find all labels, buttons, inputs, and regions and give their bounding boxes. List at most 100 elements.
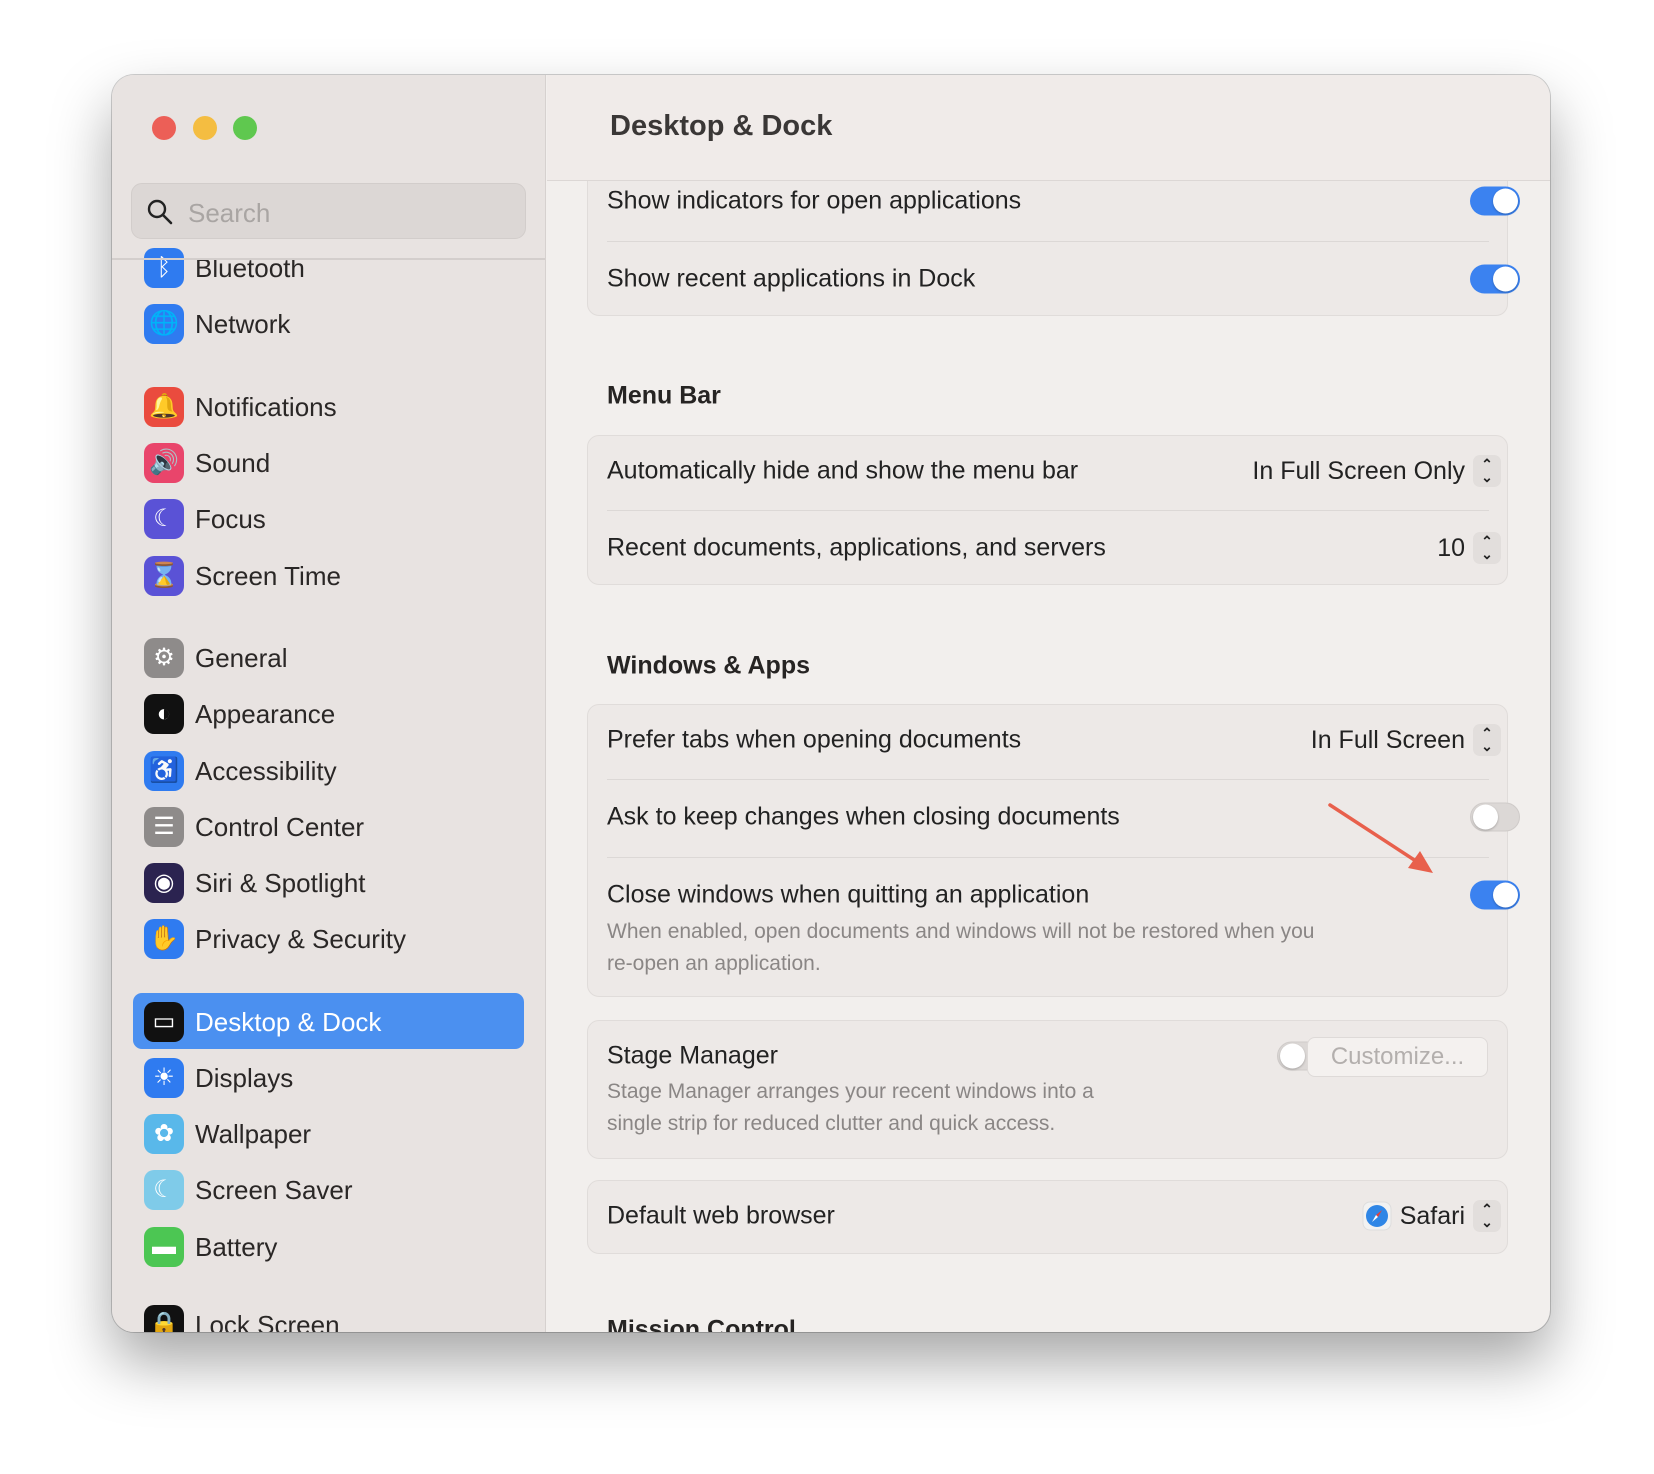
sidebar-item-label: Displays	[195, 1063, 294, 1093]
page-title: Desktop & Dock	[610, 110, 833, 142]
sidebar-item-bluetooth[interactable]: ᛒ Bluetooth	[112, 242, 545, 294]
sidebar-item-label: Control Center	[195, 812, 365, 842]
recent-items-label: Recent documents, applications, and serv…	[607, 533, 1106, 562]
sidebar-item-lock-screen[interactable]: 🔒 Lock Screen	[112, 1299, 545, 1332]
show-indicators-toggle[interactable]	[1470, 186, 1520, 216]
sidebar-item-general[interactable]: ⚙ General	[112, 632, 545, 684]
zoom-button[interactable]	[233, 116, 257, 140]
sidebar-item-label: Wallpaper	[195, 1119, 312, 1149]
prefer-tabs-label: Prefer tabs when opening documents	[607, 725, 1022, 754]
ask-keep-label: Ask to keep changes when closing documen…	[607, 802, 1120, 831]
divider	[607, 241, 1489, 242]
sidebar-item-focus[interactable]: ☾ Focus	[112, 493, 545, 545]
customize-button[interactable]: Customize...	[1307, 1037, 1488, 1077]
section-menu-bar: Menu Bar	[607, 381, 721, 410]
sidebar: Search ᛒ Bluetooth 🌐 Network 🔔 Notifications 🔊…	[112, 75, 546, 1332]
section-windows-apps: Windows & Apps	[607, 651, 811, 680]
divider	[607, 510, 1489, 511]
appearance-icon: ◐	[144, 694, 184, 734]
show-indicators-label: Show indicators for open applications	[607, 186, 1022, 215]
sidebar-item-label: Battery	[195, 1232, 278, 1262]
close-windows-toggle[interactable]	[1470, 880, 1520, 910]
sidebar-item-displays[interactable]: ☀ Displays	[112, 1052, 545, 1104]
bell-icon: 🔔	[144, 387, 184, 427]
close-windows-label: Close windows when quitting an applicati…	[607, 880, 1090, 909]
sidebar-item-screen-saver[interactable]: ☾ Screen Saver	[112, 1164, 545, 1216]
ask-keep-toggle[interactable]	[1470, 802, 1520, 832]
stage-manager-description: single strip for reduced clutter and qui…	[607, 1112, 1056, 1135]
sidebar-item-sound[interactable]: 🔊 Sound	[112, 437, 545, 489]
sidebar-item-appearance[interactable]: ◐ Appearance	[112, 688, 545, 740]
main-pane: Desktop & Dock Show indicators for open …	[547, 75, 1550, 1332]
sidebar-item-label: Network	[195, 309, 291, 339]
stage-manager-label: Stage Manager	[607, 1041, 778, 1070]
sidebar-item-label: Focus	[195, 504, 266, 534]
screensaver-icon: ☾	[144, 1170, 184, 1210]
globe-icon: 🌐	[144, 304, 184, 344]
default-browser-value: Safari	[1399, 1201, 1465, 1230]
lock-icon: 🔒	[144, 1305, 184, 1332]
gear-icon: ⚙	[144, 638, 184, 678]
sidebar-item-label: Appearance	[195, 699, 336, 729]
sidebar-item-label: Accessibility	[195, 756, 337, 786]
search-placeholder: Search	[188, 198, 271, 228]
hourglass-icon: ⌛	[144, 556, 184, 596]
battery-icon: ▬	[144, 1227, 184, 1267]
stage-manager-description: Stage Manager arranges your recent windo…	[607, 1080, 1094, 1103]
auto-hide-value: In Full Screen Only	[1252, 456, 1465, 485]
moon-icon: ☾	[144, 499, 184, 539]
accessibility-icon: ♿	[144, 751, 184, 791]
close-button[interactable]	[152, 116, 176, 140]
header: Desktop & Dock	[547, 75, 1550, 181]
sidebar-item-label: Screen Time	[195, 561, 341, 591]
chevron-updown-icon: ⌃ ⌄	[1473, 1200, 1501, 1232]
sidebar-item-label: Screen Saver	[195, 1175, 353, 1205]
divider	[607, 857, 1489, 858]
auto-hide-popup[interactable]: In Full Screen Only ⌃ ⌄	[1252, 455, 1501, 487]
safari-icon	[1362, 1201, 1392, 1231]
prefer-tabs-popup[interactable]: In Full Screen ⌃ ⌄	[1311, 724, 1501, 756]
siri-icon: ◉	[144, 863, 184, 903]
search-icon	[147, 199, 173, 225]
sidebar-item-label: Siri & Spotlight	[195, 868, 366, 898]
chevron-updown-icon: ⌃ ⌄	[1473, 724, 1501, 756]
sidebar-item-network[interactable]: 🌐 Network	[112, 298, 545, 350]
show-recent-toggle[interactable]	[1470, 264, 1520, 294]
sidebar-item-privacy-security[interactable]: ✋ Privacy & Security	[112, 913, 545, 965]
close-windows-description: When enabled, open documents and windows…	[607, 920, 1315, 943]
default-browser-label: Default web browser	[607, 1201, 835, 1230]
sun-icon: ☀	[144, 1058, 184, 1098]
sidebar-item-label: Sound	[195, 448, 271, 478]
divider	[607, 779, 1489, 780]
chevron-updown-icon: ⌃ ⌄	[1473, 532, 1501, 564]
show-recent-label: Show recent applications in Dock	[607, 264, 976, 293]
flower-icon: ✿	[144, 1114, 184, 1154]
bluetooth-icon: ᛒ	[144, 248, 184, 288]
sidebar-item-screen-time[interactable]: ⌛ Screen Time	[112, 550, 545, 602]
recent-items-popup[interactable]: 10 ⌃ ⌄	[1437, 532, 1501, 564]
default-browser-popup[interactable]: Safari ⌃ ⌄	[1362, 1200, 1501, 1232]
sidebar-item-siri-spotlight[interactable]: ◉ Siri & Spotlight	[112, 857, 545, 909]
settings-window: Search ᛒ Bluetooth 🌐 Network 🔔 Notifications 🔊…	[112, 75, 1550, 1332]
sidebar-item-wallpaper[interactable]: ✿ Wallpaper	[112, 1108, 545, 1160]
toggles-icon: ☰	[144, 807, 184, 847]
recent-items-value: 10	[1437, 533, 1465, 562]
sidebar-item-label: Lock Screen	[195, 1310, 340, 1332]
sidebar-divider	[112, 258, 545, 260]
speaker-icon: 🔊	[144, 443, 184, 483]
sidebar-item-label: Privacy & Security	[195, 924, 406, 954]
close-windows-description: re-open an application.	[607, 952, 821, 975]
sidebar-item-label: Desktop & Dock	[195, 1007, 382, 1037]
sidebar-item-control-center[interactable]: ☰ Control Center	[112, 801, 545, 853]
sidebar-item-label: General	[195, 643, 288, 673]
minimize-button[interactable]	[193, 116, 217, 140]
sidebar-item-notifications[interactable]: 🔔 Notifications	[112, 381, 545, 433]
auto-hide-label: Automatically hide and show the menu bar	[607, 456, 1079, 485]
dock-icon: ▭	[144, 1002, 184, 1042]
chevron-updown-icon: ⌃ ⌄	[1473, 455, 1501, 487]
sidebar-item-desktop-dock[interactable]: ▭ Desktop & Dock	[112, 996, 545, 1048]
sidebar-item-battery[interactable]: ▬ Battery	[112, 1221, 545, 1273]
sidebar-item-accessibility[interactable]: ♿ Accessibility	[112, 745, 545, 797]
search-input[interactable]: Search	[131, 183, 526, 239]
section-mission-control: Mission Control	[607, 1315, 796, 1333]
